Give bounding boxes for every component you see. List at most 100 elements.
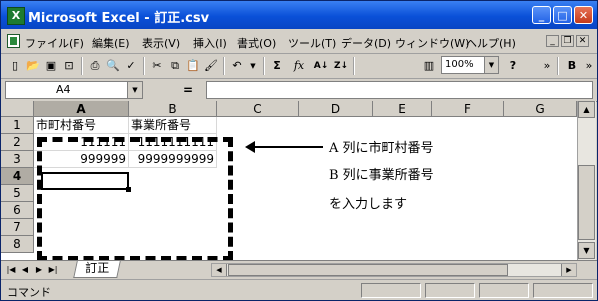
menu-window[interactable]: ウィンドウ(W) [395, 35, 469, 51]
toolbar-separator [353, 57, 355, 75]
row-header-5[interactable]: 5 [1, 185, 34, 202]
column-header-a[interactable]: A [34, 101, 129, 117]
vertical-scroll-thumb[interactable] [578, 165, 595, 240]
row-header-7[interactable]: 7 [1, 219, 34, 236]
title-bar[interactable]: X Microsoft Excel - 訂正.csv _ □ ✕ [1, 1, 597, 29]
doc-restore-button[interactable]: ❐ [561, 35, 574, 47]
undo-dropdown-icon[interactable]: ▼ [245, 58, 261, 74]
menu-help[interactable]: ヘルプ(H) [466, 35, 516, 51]
permission-icon[interactable]: ⊡ [61, 58, 77, 74]
name-box-value: A4 [56, 83, 71, 96]
menu-insert[interactable]: 挿入(I) [193, 35, 227, 51]
arrow-line [253, 146, 323, 148]
row-header-2[interactable]: 2 [1, 134, 34, 151]
zoom-select[interactable]: 100% ▼ [441, 56, 499, 74]
next-sheet-icon[interactable]: ▶ [33, 263, 45, 276]
autosum-icon[interactable]: Σ [269, 58, 285, 74]
toolbar-more-icon[interactable]: » [581, 58, 597, 74]
vertical-scrollbar[interactable]: ▲ ▼ [577, 101, 596, 260]
maximize-button[interactable]: □ [553, 6, 572, 24]
menu-format[interactable]: 書式(O) [237, 35, 276, 51]
sheet-tab-bar: |◀ ◀ ▶ ▶| 訂正 ◀ ▶ [1, 260, 597, 279]
previous-sheet-icon[interactable]: ◀ [19, 263, 31, 276]
menu-view[interactable]: 表示(V) [142, 35, 180, 51]
worksheet-grid[interactable]: A B C D E F G 1 2 3 4 5 6 7 8 市町村番号 事業所番… [1, 101, 577, 261]
menu-file[interactable]: ファイル(F) [25, 35, 84, 51]
menu-edit[interactable]: 編集(E) [92, 35, 130, 51]
status-text: コマンド [7, 286, 51, 299]
formula-bar: A4 ▼ = [1, 79, 597, 102]
minimize-button[interactable]: _ [532, 6, 551, 24]
sheet-tab-active[interactable]: 訂正 [73, 261, 121, 278]
close-button[interactable]: ✕ [574, 6, 593, 24]
print-icon[interactable]: ⎙ [87, 58, 103, 74]
undo-icon[interactable]: ↶ [229, 58, 245, 74]
last-sheet-icon[interactable]: ▶| [47, 263, 59, 276]
note-line-3: を入力します [329, 197, 408, 212]
toolbar-separator [223, 57, 225, 75]
toolbar-separator [81, 57, 83, 75]
horizontal-scrollbar[interactable]: ◀ ▶ [211, 263, 577, 277]
format-painter-icon[interactable]: 🖌 [203, 58, 219, 74]
sort-descending-icon[interactable]: Z↓ [333, 58, 349, 74]
window-title: Microsoft Excel - 訂正.csv [28, 11, 210, 26]
chevron-down-icon[interactable]: ▼ [127, 82, 142, 98]
highlight-box [37, 137, 233, 261]
doc-minimize-button[interactable]: _ [546, 35, 559, 47]
scroll-up-icon[interactable]: ▲ [578, 101, 595, 118]
toolbar-separator [143, 57, 145, 75]
chevron-down-icon[interactable]: ▼ [484, 57, 498, 73]
scroll-right-icon[interactable]: ▶ [561, 264, 576, 276]
cell-b1[interactable]: 事業所番号 [129, 117, 217, 134]
status-pane [361, 283, 421, 298]
paste-icon[interactable]: 📋 [185, 58, 201, 74]
toolbar-more-icon[interactable]: » [539, 58, 555, 74]
copy-icon[interactable]: ⧉ [167, 58, 183, 74]
menu-data[interactable]: データ(D) [341, 35, 391, 51]
open-icon[interactable]: 📂 [25, 58, 41, 74]
function-icon[interactable]: fx [291, 58, 307, 74]
doc-close-button[interactable]: ✕ [576, 35, 589, 47]
row-header-1[interactable]: 1 [1, 117, 34, 134]
scroll-left-icon[interactable]: ◀ [212, 264, 227, 276]
column-header-e[interactable]: E [373, 101, 432, 117]
row-header-6[interactable]: 6 [1, 202, 34, 219]
status-pane [533, 283, 593, 298]
standard-toolbar: ▯ 📂 ▣ ⊡ ⎙ 🔍 ✓ ✂ ⧉ 📋 🖌 ↶ ▼ Σ fx A↓ Z↓ ▥ 1… [1, 54, 597, 79]
excel-window: X Microsoft Excel - 訂正.csv _ □ ✕ ファイル(F)… [0, 0, 598, 301]
spelling-icon[interactable]: ✓ [123, 58, 139, 74]
note-line-1: A 列に市町村番号 [329, 141, 434, 156]
help-icon[interactable]: ? [505, 58, 521, 74]
toolbar-separator [557, 57, 559, 75]
select-all-corner[interactable] [1, 101, 34, 117]
document-icon[interactable] [7, 34, 20, 48]
name-box[interactable]: A4 ▼ [5, 81, 143, 99]
cut-icon[interactable]: ✂ [149, 58, 165, 74]
bold-icon[interactable]: B [564, 58, 580, 74]
chart-wizard-icon[interactable]: ▥ [421, 58, 437, 74]
column-header-g[interactable]: G [504, 101, 577, 117]
scroll-down-icon[interactable]: ▼ [578, 242, 595, 259]
sheet-tab-label: 訂正 [85, 261, 110, 275]
status-bar: コマンド [1, 279, 597, 300]
excel-app-icon[interactable]: X [7, 7, 25, 25]
status-pane [425, 283, 475, 298]
sort-ascending-icon[interactable]: A↓ [313, 58, 329, 74]
save-icon[interactable]: ▣ [43, 58, 59, 74]
column-header-d[interactable]: D [299, 101, 373, 117]
cell-a1[interactable]: 市町村番号 [34, 117, 129, 134]
formula-equals-icon: = [183, 83, 194, 97]
new-icon[interactable]: ▯ [7, 58, 23, 74]
first-sheet-icon[interactable]: |◀ [5, 263, 17, 276]
horizontal-scroll-thumb[interactable] [228, 264, 508, 276]
column-header-f[interactable]: F [432, 101, 504, 117]
row-header-8[interactable]: 8 [1, 236, 34, 253]
column-header-b[interactable]: B [129, 101, 217, 117]
toolbar-separator [263, 57, 265, 75]
row-header-4[interactable]: 4 [1, 168, 34, 185]
menu-tools[interactable]: ツール(T) [288, 35, 336, 51]
row-header-3[interactable]: 3 [1, 151, 34, 168]
print-preview-icon[interactable]: 🔍 [105, 58, 121, 74]
column-header-c[interactable]: C [217, 101, 299, 117]
formula-input[interactable] [206, 81, 593, 99]
